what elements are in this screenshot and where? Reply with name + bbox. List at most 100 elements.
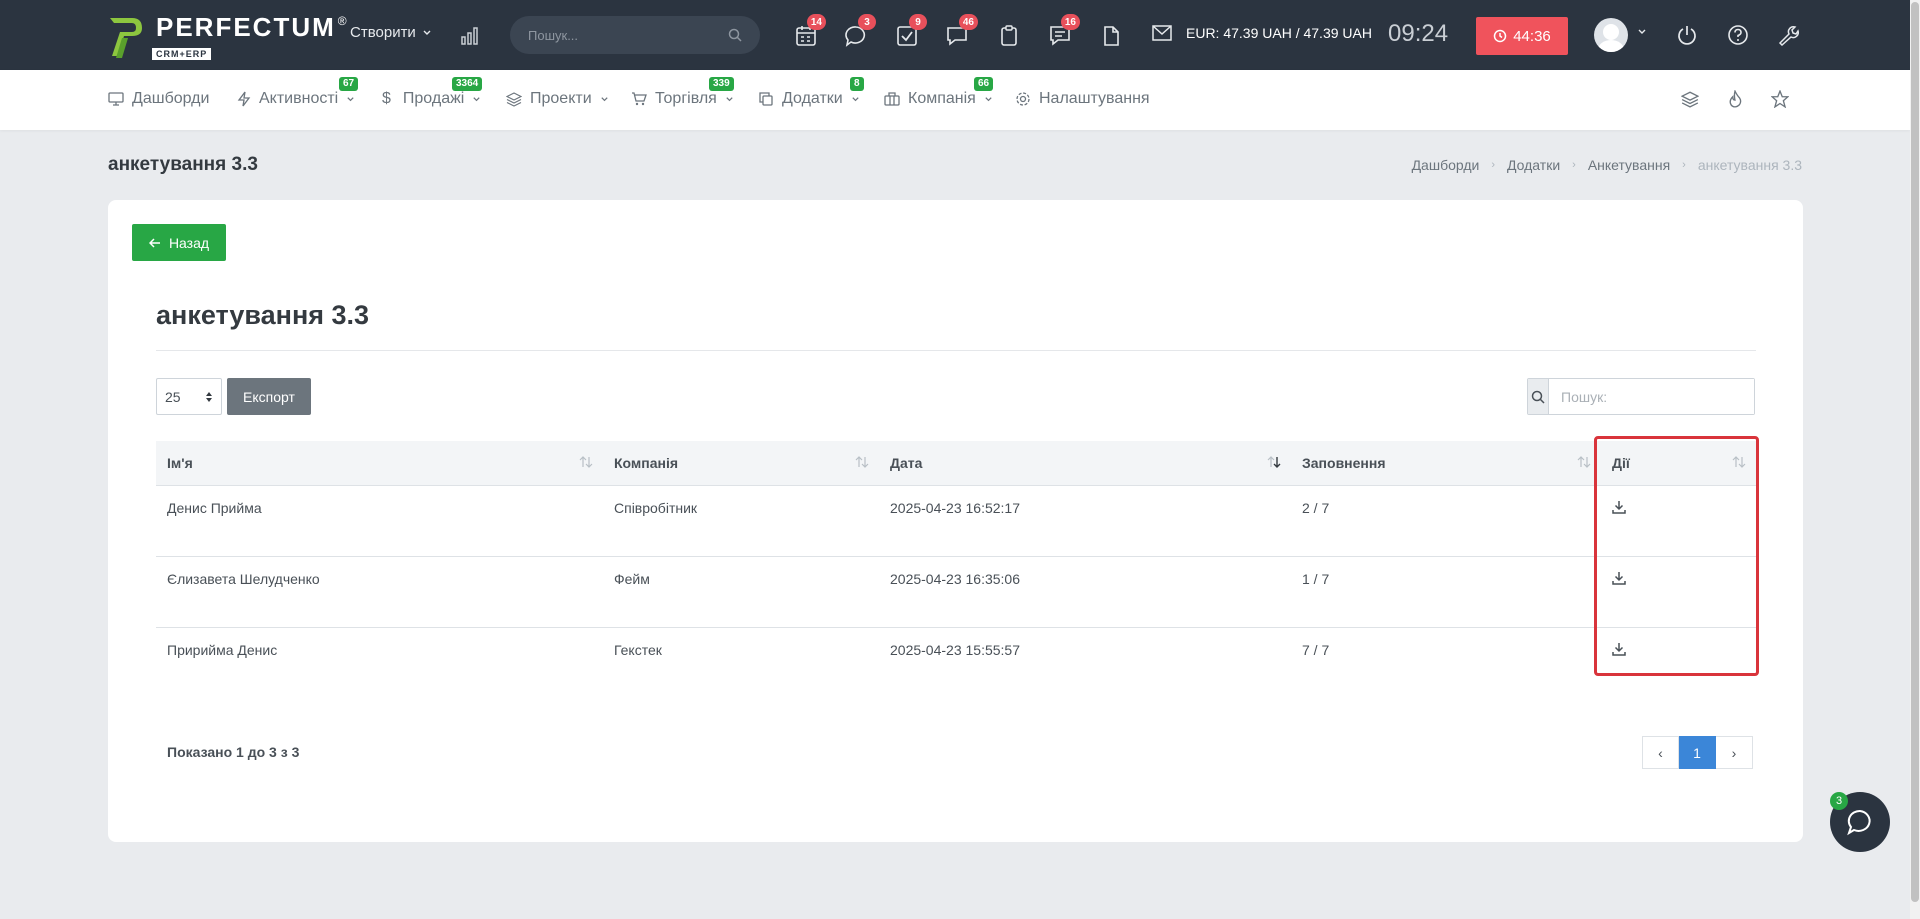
sort-icon — [579, 456, 593, 468]
calendar-icon[interactable]: 14 — [792, 14, 826, 50]
sort-icon — [1577, 456, 1591, 468]
column-label: Ім'я — [167, 454, 193, 471]
messages-icon[interactable]: 46 — [944, 14, 978, 50]
document-icon[interactable] — [1097, 22, 1125, 50]
breadcrumb-item-addons[interactable]: Додатки — [1507, 157, 1560, 173]
star-icon[interactable] — [1771, 90, 1789, 108]
cell-actions — [1601, 556, 1756, 628]
content-card: Назад анкетування 3.3 25 Експорт Ім'я Ко… — [108, 200, 1803, 842]
nav-label: Дашборди — [132, 90, 210, 107]
chevron-down-icon — [473, 96, 480, 101]
create-menu-button[interactable]: Створити — [350, 24, 432, 41]
breadcrumb-item-dashboards[interactable]: Дашборди — [1412, 157, 1480, 173]
tasks-icon[interactable]: 9 — [893, 14, 927, 50]
layers-icon — [506, 92, 522, 107]
column-header-date[interactable]: Дата — [879, 441, 1291, 486]
page-title: анкетування 3.3 — [108, 154, 258, 175]
main-navigation: Дашборди Активності 67 $ Продажі 3364 Пр… — [0, 70, 1910, 130]
avatar[interactable] — [1594, 18, 1628, 52]
bolt-icon — [237, 91, 251, 107]
cell-company: Фейм — [603, 556, 879, 628]
back-button[interactable]: Назад — [132, 224, 226, 261]
divider — [156, 350, 1756, 351]
layers-icon[interactable] — [1681, 90, 1699, 108]
nav-item-addons[interactable]: Додатки 8 — [758, 77, 864, 108]
cell-completion: 2 / 7 — [1291, 485, 1601, 557]
column-header-name[interactable]: Ім'я — [156, 441, 603, 486]
mail-icon — [1152, 25, 1172, 41]
column-label: Дата — [890, 454, 923, 471]
cell-actions — [1601, 627, 1756, 698]
table-search-input[interactable] — [1549, 379, 1754, 414]
cell-actions — [1601, 485, 1756, 557]
chat-icon[interactable]: 3 — [842, 14, 876, 50]
global-search[interactable] — [510, 16, 760, 54]
pagination-next-button[interactable]: › — [1716, 736, 1753, 769]
chevron-down-icon — [347, 96, 354, 101]
export-button[interactable]: Експорт — [227, 378, 311, 415]
table-row: Денис Прийма Співробітник 2025-04-23 16:… — [156, 485, 1756, 557]
clock-icon — [1493, 29, 1507, 43]
breadcrumb-item-surveys[interactable]: Анкетування — [1588, 157, 1670, 173]
copy-icon — [759, 92, 773, 106]
currency-rate[interactable]: EUR: 47.39 UAH / 47.39 UAH — [1152, 24, 1372, 42]
table-search[interactable] — [1527, 378, 1755, 415]
nav-item-dashboards[interactable]: Дашборди — [108, 90, 209, 108]
nav-item-company[interactable]: Компанія 66 — [884, 77, 994, 108]
bar-chart-icon[interactable] — [460, 24, 482, 46]
table-row: Пририйма Денис Гекстек 2025-04-23 15:55:… — [156, 627, 1756, 698]
logo-text: PERFECTUM — [156, 12, 336, 42]
scrollbar-thumb[interactable] — [1911, 2, 1919, 902]
download-icon[interactable] — [1612, 642, 1626, 656]
sort-icon — [1732, 456, 1746, 468]
nav-item-sales[interactable]: $ Продажі 3364 — [382, 77, 483, 108]
chevron-down-icon — [423, 30, 431, 35]
column-header-completion[interactable]: Заповнення — [1291, 441, 1601, 486]
nav-badge: 8 — [850, 77, 864, 91]
nav-badge: 66 — [974, 77, 994, 91]
comments-icon[interactable]: 16 — [1046, 14, 1080, 50]
timer-button[interactable]: 44:36 — [1476, 17, 1568, 55]
cart-icon — [632, 92, 647, 106]
column-header-actions[interactable]: Дії — [1601, 441, 1756, 486]
dollar-icon: $ — [382, 90, 391, 107]
briefcase-icon — [884, 92, 900, 106]
select-arrows-icon — [205, 391, 213, 403]
wrench-icon[interactable] — [1777, 24, 1799, 46]
global-search-input[interactable] — [528, 27, 718, 43]
nav-label: Проекти — [530, 90, 592, 107]
clipboard-icon[interactable] — [995, 22, 1023, 50]
nav-item-settings[interactable]: Налаштування — [1015, 90, 1150, 108]
page-scrollbar[interactable] — [1910, 0, 1920, 919]
nav-item-trade[interactable]: Торгівля 339 — [631, 77, 734, 108]
breadcrumb-item-current: анкетування 3.3 — [1697, 157, 1802, 173]
logo[interactable]: PERFECTUM ® CRM+ERP — [108, 14, 347, 60]
pagination-page-button[interactable]: 1 — [1679, 736, 1716, 769]
chevron-down-icon[interactable] — [1637, 27, 1647, 37]
logo-mark-icon — [110, 18, 142, 58]
column-header-company[interactable]: Компанія — [603, 441, 879, 486]
nav-label: Налаштування — [1039, 90, 1150, 107]
chat-widget-badge: 3 — [1830, 792, 1848, 810]
timer-value: 44:36 — [1513, 27, 1551, 45]
nav-item-activities[interactable]: Активності 67 — [237, 77, 359, 108]
help-icon[interactable] — [1727, 24, 1749, 46]
comments-badge: 16 — [1060, 14, 1080, 30]
nav-label: Продажі — [402, 90, 465, 107]
back-label: Назад — [168, 234, 210, 251]
download-icon[interactable] — [1612, 571, 1626, 585]
power-icon[interactable] — [1676, 24, 1698, 46]
survey-title: анкетування 3.3 — [156, 300, 370, 330]
cell-date: 2025-04-23 16:35:06 — [879, 556, 1291, 628]
sort-desc-icon — [1267, 456, 1281, 468]
column-label: Компанія — [614, 454, 679, 471]
pagination: ‹ 1 › — [1642, 736, 1753, 769]
chat-widget-button[interactable]: 3 — [1830, 792, 1890, 852]
nav-item-projects[interactable]: Проекти — [506, 90, 609, 108]
download-icon[interactable] — [1612, 500, 1626, 514]
cell-name: Єлизавета Шелудченко — [156, 556, 603, 628]
page-size-select[interactable]: 25 — [156, 378, 222, 415]
fire-icon[interactable] — [1726, 90, 1744, 108]
top-bar: PERFECTUM ® CRM+ERP Створити 14 3 9 46 1… — [0, 0, 1920, 70]
pagination-prev-button[interactable]: ‹ — [1642, 736, 1679, 769]
